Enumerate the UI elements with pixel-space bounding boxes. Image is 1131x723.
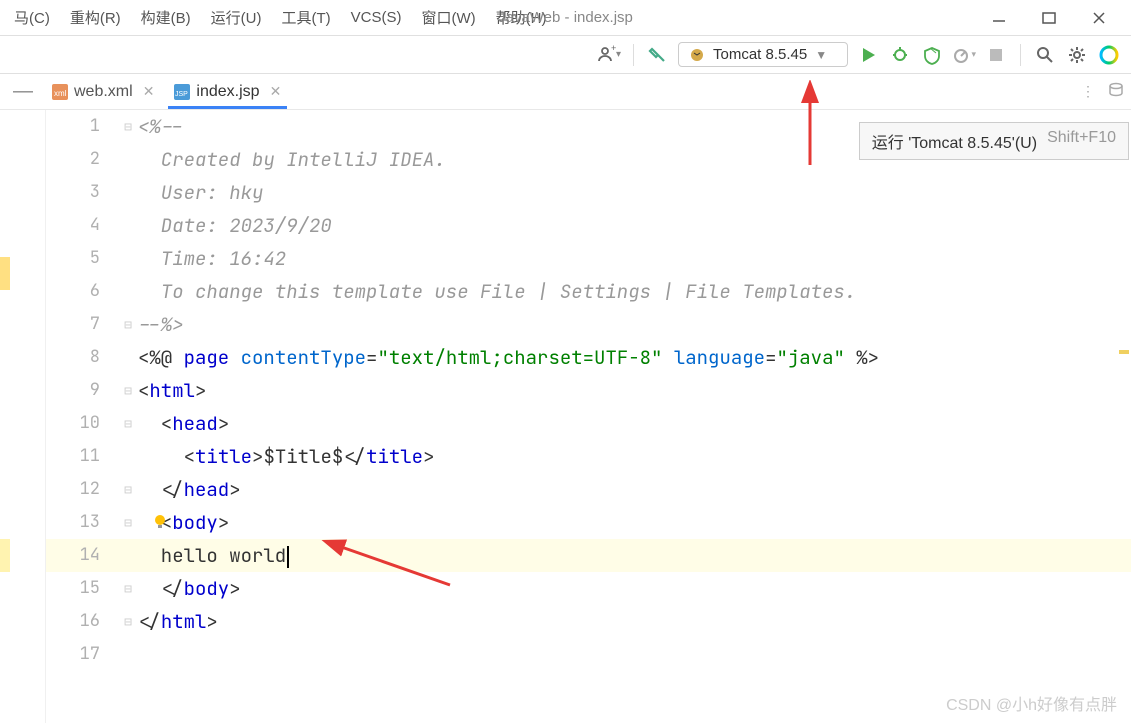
line-gutter: 1234567891011121314151617 <box>46 110 118 671</box>
window-title: JavaWeb - index.jsp <box>498 9 633 26</box>
menu-window[interactable]: 窗口(W) <box>411 3 485 32</box>
menubar: 马(C) 重构(R) 构建(B) 运行(U) 工具(T) VCS(S) 窗口(W… <box>0 0 1131 36</box>
maximize-icon[interactable] <box>1035 4 1063 32</box>
search-icon[interactable] <box>1033 43 1057 67</box>
run-tooltip: 运行 'Tomcat 8.5.45'(U) Shift+F10 <box>859 122 1129 160</box>
user-add-icon[interactable]: +▾ <box>597 43 621 67</box>
tab-web-xml[interactable]: xml web.xml ✕ <box>42 74 164 109</box>
error-stripe[interactable] <box>1117 110 1131 723</box>
menu-run[interactable]: 运行(U) <box>201 3 272 32</box>
profiler-icon[interactable]: ▾ <box>952 43 976 67</box>
menu-build[interactable]: 构建(B) <box>131 3 201 32</box>
database-icon[interactable] <box>1107 81 1125 102</box>
warning-marker[interactable] <box>1119 350 1129 354</box>
tooltip-shortcut: Shift+F10 <box>1047 129 1116 153</box>
hammer-icon[interactable] <box>646 43 670 67</box>
editor-tabs: — xml web.xml ✕ JSP index.jsp ✕ ⋮ <box>0 74 1131 110</box>
tab-label: web.xml <box>74 83 133 101</box>
left-toolstrip <box>0 110 46 723</box>
fold-column: ⊟⊟⊟⊟⊟⊟⊟⊟ <box>118 110 138 671</box>
run-config-dropdown[interactable]: Tomcat 8.5.45 ▼ <box>678 42 848 67</box>
intention-bulb-icon[interactable] <box>151 512 169 530</box>
toolbar: +▾ Tomcat 8.5.45 ▼ ▾ <box>0 36 1131 74</box>
watermark: CSDN @小h好像有点胖 <box>946 691 1117 715</box>
editor-area: 1234567891011121314151617 ⊟⊟⊟⊟⊟⊟⊟⊟ <%-- … <box>0 110 1131 723</box>
svg-text:JSP: JSP <box>175 91 188 98</box>
xml-file-icon: xml <box>52 84 68 100</box>
menu-tools[interactable]: 工具(T) <box>271 3 340 32</box>
gutter-change-marker <box>0 257 10 290</box>
stop-icon[interactable] <box>984 43 1008 67</box>
code-editor[interactable]: 1234567891011121314151617 ⊟⊟⊟⊟⊟⊟⊟⊟ <%-- … <box>46 110 1131 723</box>
chevron-down-icon: ▼ <box>815 48 827 62</box>
gutter-change-marker <box>0 539 10 572</box>
tab-options-icon[interactable]: ⋮ <box>1081 83 1095 100</box>
tab-label: index.jsp <box>196 83 259 101</box>
run-icon[interactable] <box>856 43 880 67</box>
run-config-label: Tomcat 8.5.45 <box>713 46 807 63</box>
gear-icon[interactable] <box>1065 43 1089 67</box>
close-icon[interactable] <box>1085 4 1113 32</box>
debug-icon[interactable] <box>888 43 912 67</box>
hide-tool-window-icon[interactable]: — <box>10 74 36 109</box>
jsp-file-icon: JSP <box>174 84 190 100</box>
tomcat-icon <box>689 47 705 63</box>
tab-index-jsp[interactable]: JSP index.jsp ✕ <box>164 74 291 109</box>
tooltip-text: 运行 'Tomcat 8.5.45'(U) <box>872 129 1037 153</box>
minimize-icon[interactable] <box>985 4 1013 32</box>
tab-close-icon[interactable]: ✕ <box>143 83 155 100</box>
brand-icon[interactable] <box>1097 43 1121 67</box>
menu-vcs[interactable]: VCS(S) <box>341 5 412 30</box>
menu-refactor[interactable]: 重构(R) <box>60 3 131 32</box>
menu-code[interactable]: 马(C) <box>4 3 60 32</box>
coverage-icon[interactable] <box>920 43 944 67</box>
svg-text:xml: xml <box>54 89 67 98</box>
tab-close-icon[interactable]: ✕ <box>270 83 282 100</box>
